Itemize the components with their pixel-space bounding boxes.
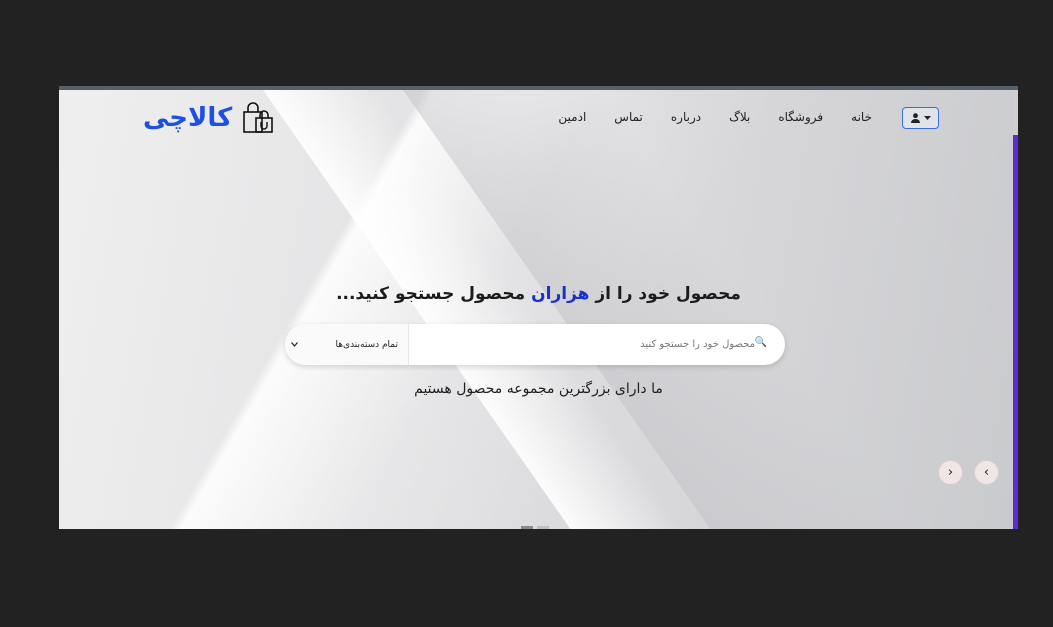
nav-item-admin[interactable]: ادمین — [558, 110, 586, 124]
nav-item-shop[interactable]: فروشگاه — [778, 110, 823, 124]
brand-name: کالاچی — [143, 103, 233, 133]
caret-down-icon — [923, 115, 931, 120]
user-menu-button[interactable] — [902, 107, 939, 129]
carousel-indicator[interactable] — [521, 526, 533, 529]
search-input[interactable] — [409, 323, 785, 366]
nav-item-contact[interactable]: تماس — [614, 110, 643, 124]
headline-part2: محصول جستجو کنید... — [336, 284, 532, 304]
browser-viewport: کالاچی خانه فروشگاه بلاگ درباره تماس ادم… — [59, 86, 1018, 529]
brand-logo[interactable]: کالاچی — [143, 100, 276, 136]
search-bar: 🔍 تمام دسته‌بندی‌ها — [285, 323, 785, 366]
search-icon: 🔍 — [754, 337, 767, 348]
hero-subline: ما دارای بزرگترین مجموعه محصول هستیم — [414, 381, 663, 397]
carousel-indicators — [521, 526, 549, 529]
chevron-left-icon: ‹ — [983, 465, 990, 480]
category-select[interactable]: تمام دسته‌بندی‌ها — [285, 324, 409, 365]
carousel-prev-button[interactable]: ‹ — [974, 460, 999, 485]
carousel-next-button[interactable]: › — [938, 460, 963, 485]
carousel-indicator[interactable] — [537, 526, 549, 529]
hero-headline: محصول خود را از هزاران محصول جستجو کنید.… — [59, 284, 1018, 304]
nav-item-about[interactable]: درباره — [671, 110, 701, 124]
nav-item-blog[interactable]: بلاگ — [729, 110, 750, 124]
headline-part1: محصول خود را از — [589, 284, 741, 304]
chevron-right-icon: › — [947, 465, 954, 480]
category-select-value: تمام دسته‌بندی‌ها — [335, 339, 398, 350]
navbar: کالاچی خانه فروشگاه بلاگ درباره تماس ادم… — [59, 90, 1018, 146]
nav-item-home[interactable]: خانه — [851, 110, 872, 124]
headline-accent: هزاران — [531, 284, 590, 304]
chevron-down-icon — [291, 342, 298, 347]
scrollbar-thumb[interactable] — [1013, 90, 1018, 135]
shopping-bags-icon — [243, 102, 274, 133]
scrollbar[interactable] — [1013, 90, 1018, 529]
user-icon — [910, 113, 920, 123]
main-nav: خانه فروشگاه بلاگ درباره تماس ادمین — [558, 110, 872, 124]
